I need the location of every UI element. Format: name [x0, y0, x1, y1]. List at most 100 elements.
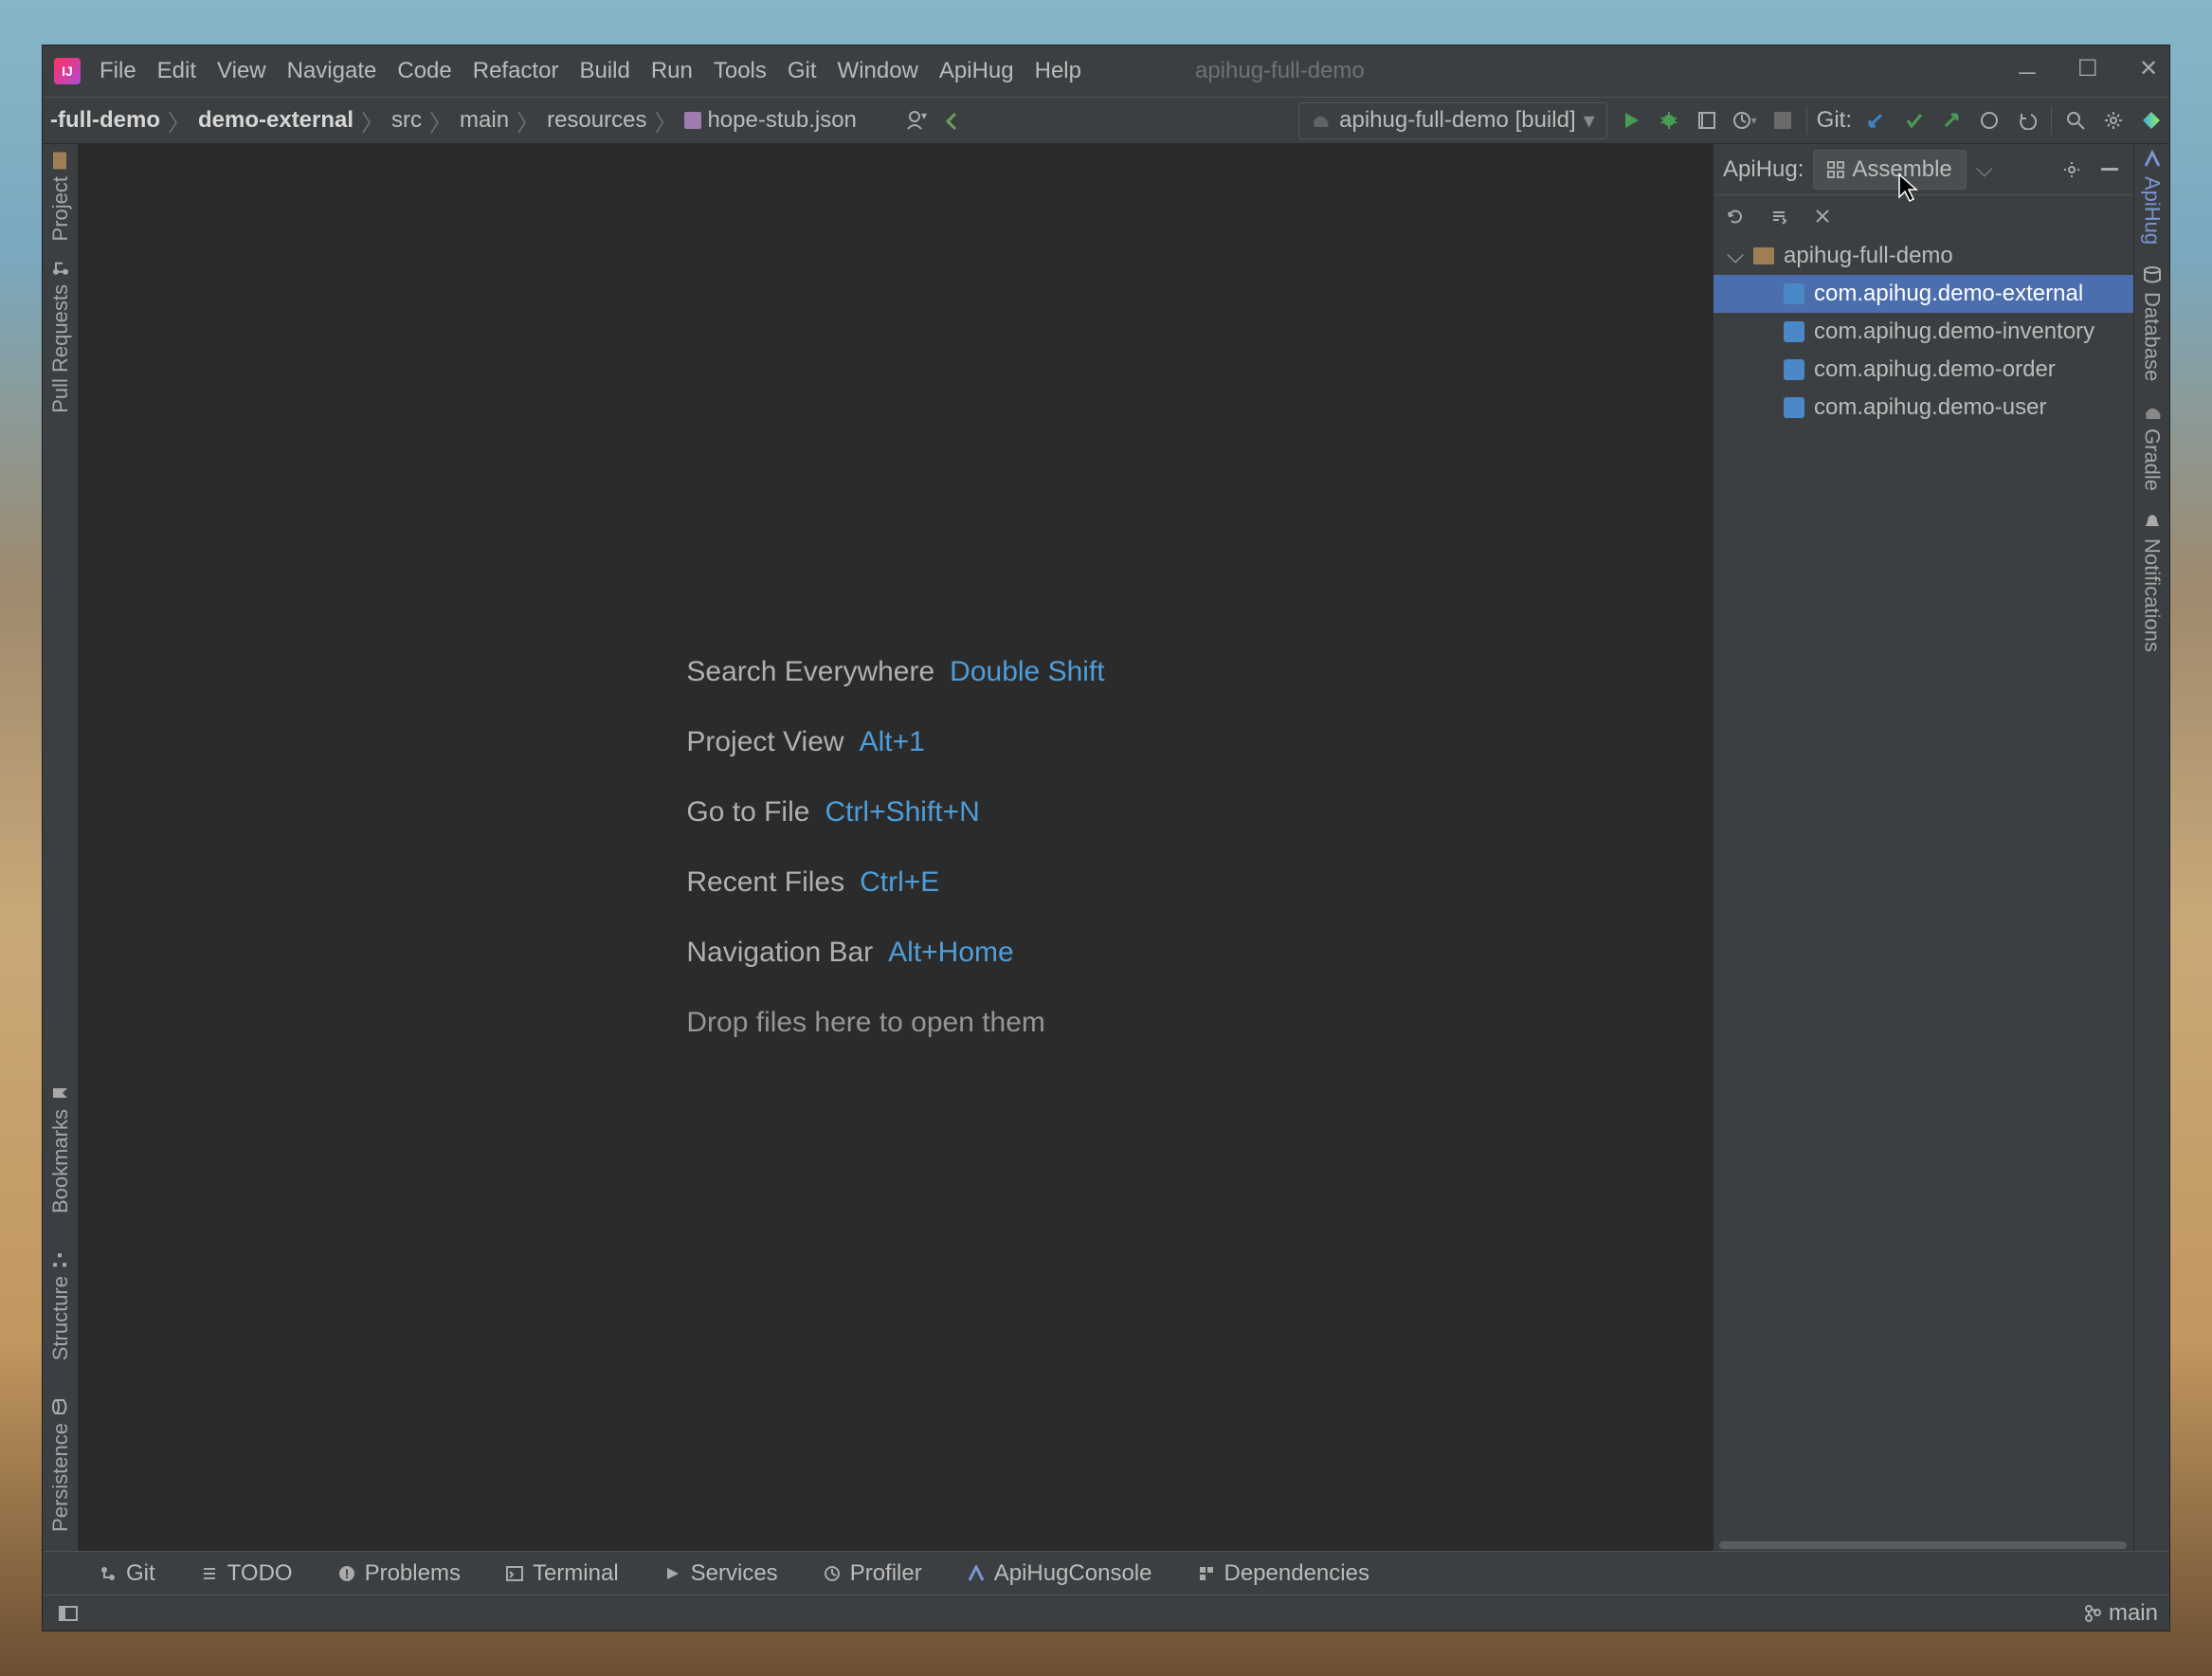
search-icon[interactable]	[2061, 106, 2090, 135]
breadcrumb-item[interactable]: resources	[539, 107, 654, 134]
run-config-select[interactable]: apihug-full-demo [build] ▾	[1298, 102, 1607, 139]
menu-build[interactable]: Build	[579, 58, 629, 84]
menu-help[interactable]: Help	[1035, 58, 1081, 84]
tab-problems[interactable]: !Problems	[338, 1560, 461, 1587]
titlebar: IJ File Edit View Navigate Code Refactor…	[43, 46, 2169, 97]
tab-dependencies[interactable]: Dependencies	[1198, 1560, 1369, 1587]
menu-run[interactable]: Run	[651, 58, 693, 84]
menu-file[interactable]: File	[100, 58, 136, 84]
navigation-toolbar: -full-demo〉 demo-external〉 src〉 main〉 re…	[43, 97, 2169, 144]
git-update-icon[interactable]	[1861, 106, 1890, 135]
expand-icon[interactable]	[1765, 202, 1793, 230]
tool-project[interactable]: Project	[48, 150, 73, 241]
profiler-icon[interactable]: ▾	[1731, 106, 1759, 135]
project-title: apihug-full-demo	[1195, 58, 1365, 84]
gradle-icon	[1311, 110, 1332, 131]
menu-git[interactable]: Git	[788, 58, 817, 84]
menu-apihug[interactable]: ApiHug	[939, 58, 1014, 84]
breadcrumb: -full-demo〉 demo-external〉 src〉 main〉 re…	[43, 104, 864, 137]
menu-edit[interactable]: Edit	[157, 58, 196, 84]
menu-navigate[interactable]: Navigate	[287, 58, 377, 84]
tab-apihugconsole[interactable]: ApiHugConsole	[968, 1560, 1152, 1587]
menu-tools[interactable]: Tools	[714, 58, 767, 84]
welcome-search-everywhere: Search Everywhere Double Shift	[686, 656, 1104, 688]
collapse-icon[interactable]	[1808, 202, 1837, 230]
plugin-icon[interactable]	[2137, 106, 2166, 135]
bottom-tool-tabs: Git TODO !Problems Terminal Services Pro…	[43, 1551, 2169, 1594]
maximize-button[interactable]: ☐	[2077, 55, 2096, 88]
tool-persistence[interactable]: Persistence	[48, 1396, 73, 1532]
tool-pull-requests[interactable]: Pull Requests	[48, 258, 73, 413]
welcome-drop-hint: Drop files here to open them	[686, 1007, 1104, 1039]
module-icon	[1784, 283, 1804, 304]
main-menu: File Edit View Navigate Code Refactor Bu…	[100, 58, 1081, 84]
tool-gradle[interactable]: Gradle	[2140, 402, 2165, 491]
menu-window[interactable]: Window	[838, 58, 918, 84]
svg-text:!: !	[344, 1566, 349, 1581]
close-button[interactable]: ✕	[2139, 55, 2158, 88]
git-label: Git:	[1817, 107, 1852, 134]
tree-module[interactable]: com.apihug.demo-user	[1713, 389, 2133, 427]
tab-profiler[interactable]: Profiler	[824, 1560, 922, 1587]
panel-settings-icon[interactable]	[2058, 155, 2086, 184]
menu-code[interactable]: Code	[397, 58, 451, 84]
coverage-icon[interactable]	[1693, 106, 1721, 135]
tool-notifications[interactable]: Notifications	[2140, 512, 2165, 652]
tree-module[interactable]: com.apihug.demo-order	[1713, 351, 2133, 389]
tab-git[interactable]: Git	[100, 1560, 155, 1587]
panel-hide-icon[interactable]	[2095, 155, 2124, 184]
ide-window: IJ File Edit View Navigate Code Refactor…	[42, 45, 2170, 1631]
folder-icon	[1753, 247, 1774, 264]
back-icon[interactable]	[940, 106, 969, 135]
git-commit-icon[interactable]	[1899, 106, 1928, 135]
tab-services[interactable]: Services	[664, 1560, 778, 1587]
app-icon: IJ	[54, 58, 81, 84]
tool-structure[interactable]: Structure	[48, 1249, 73, 1360]
editor-empty-state[interactable]: Search Everywhere Double Shift Project V…	[79, 144, 1713, 1551]
git-rollback-icon[interactable]	[2013, 106, 2041, 135]
tool-apihug[interactable]: ApiHug	[2140, 150, 2165, 245]
git-history-icon[interactable]	[1975, 106, 2003, 135]
breadcrumb-item[interactable]: src	[384, 107, 429, 134]
module-icon	[1784, 397, 1804, 418]
panel-scrollbar[interactable]	[1713, 1539, 2133, 1551]
welcome-project-view: Project View Alt+1	[686, 726, 1104, 758]
json-file-icon	[684, 112, 701, 129]
tab-todo[interactable]: TODO	[201, 1560, 293, 1587]
svg-text:▾: ▾	[921, 110, 927, 122]
module-icon	[1784, 359, 1804, 380]
menu-view[interactable]: View	[217, 58, 266, 84]
breadcrumb-item[interactable]: -full-demo	[43, 107, 168, 134]
tree-module[interactable]: com.apihug.demo-external	[1713, 275, 2133, 313]
git-push-icon[interactable]	[1937, 106, 1966, 135]
right-tool-rail: ApiHug Database Gradle Notifications	[2133, 144, 2169, 1551]
chevron-down-icon: ⌵	[1727, 243, 1744, 269]
tree-root[interactable]: ⌵ apihug-full-demo	[1713, 237, 2133, 275]
settings-icon[interactable]	[2099, 106, 2128, 135]
git-branch-status[interactable]: main	[2084, 1600, 2158, 1627]
tool-database[interactable]: Database	[2140, 265, 2165, 381]
run-icon[interactable]	[1617, 106, 1645, 135]
breadcrumb-item[interactable]: main	[452, 107, 517, 134]
apihug-view-select[interactable]: Assemble	[1813, 150, 1966, 190]
apihug-panel-title: ApiHug:	[1723, 156, 1804, 183]
left-tool-rail: Project Pull Requests Bookmarks Structur…	[43, 144, 79, 1551]
grid-icon	[1827, 161, 1844, 178]
status-bar: main	[43, 1594, 2169, 1630]
debug-icon[interactable]	[1655, 106, 1683, 135]
apihug-tree: ⌵ apihug-full-demo com.apihug.demo-exter…	[1713, 237, 2133, 1539]
tool-window-layout-icon[interactable]	[54, 1599, 82, 1628]
apihug-panel: ApiHug: Assemble ⌵ ⌵ apihug-ful	[1713, 144, 2133, 1551]
menu-refactor[interactable]: Refactor	[473, 58, 559, 84]
welcome-recent-files: Recent Files Ctrl+E	[686, 866, 1104, 899]
tab-terminal[interactable]: Terminal	[506, 1560, 619, 1587]
stop-icon[interactable]	[1768, 106, 1797, 135]
refresh-icon[interactable]	[1721, 202, 1750, 230]
add-user-icon[interactable]: ▾	[902, 106, 931, 135]
tree-module[interactable]: com.apihug.demo-inventory	[1713, 313, 2133, 351]
minimize-button[interactable]: －	[2016, 55, 2035, 88]
breadcrumb-item[interactable]: demo-external	[190, 107, 361, 134]
breadcrumb-item[interactable]: hope-stub.json	[677, 107, 863, 134]
tool-bookmarks[interactable]: Bookmarks	[48, 1083, 73, 1213]
chevron-down-icon[interactable]: ⌵	[1976, 156, 1993, 183]
